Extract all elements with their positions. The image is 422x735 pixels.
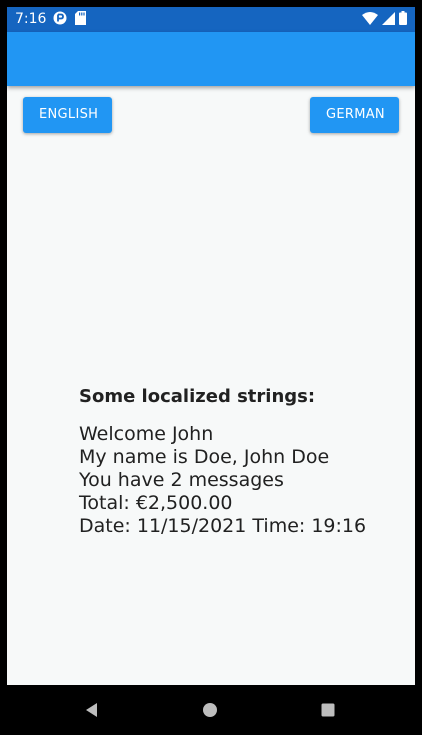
status-time: 7:16 — [15, 11, 47, 27]
english-button[interactable]: ENGLISH — [23, 97, 112, 133]
battery-icon — [399, 10, 407, 29]
back-icon[interactable] — [82, 700, 102, 720]
sd-card-icon — [75, 10, 86, 29]
status-system-icons — [362, 10, 407, 29]
media-icon — [53, 10, 67, 29]
total-text: Total: €2,500.00 — [79, 492, 233, 514]
status-notification-icons — [53, 10, 86, 29]
name-text: My name is Doe, John Doe — [79, 446, 330, 468]
messages-text: You have 2 messages — [79, 469, 284, 491]
german-button[interactable]: GERMAN — [310, 97, 399, 133]
datetime-text: Date: 11/15/2021 Time: 19:16 — [79, 515, 367, 537]
device-frame: 7:16 ENGLISH GERMAN Some localized strin… — [0, 0, 422, 735]
app-bar — [7, 32, 415, 86]
home-icon[interactable] — [200, 700, 220, 720]
localized-strings-block: Some localized strings: Welcome John My … — [79, 385, 399, 538]
status-bar: 7:16 — [7, 7, 415, 32]
wifi-icon — [362, 10, 378, 29]
localized-strings-heading: Some localized strings: — [79, 386, 316, 407]
signal-icon — [382, 10, 395, 29]
welcome-text: Welcome John — [79, 423, 214, 445]
recents-icon[interactable] — [318, 700, 338, 720]
app-screen: 7:16 ENGLISH GERMAN Some localized strin… — [7, 7, 415, 685]
navigation-bar — [0, 685, 422, 735]
